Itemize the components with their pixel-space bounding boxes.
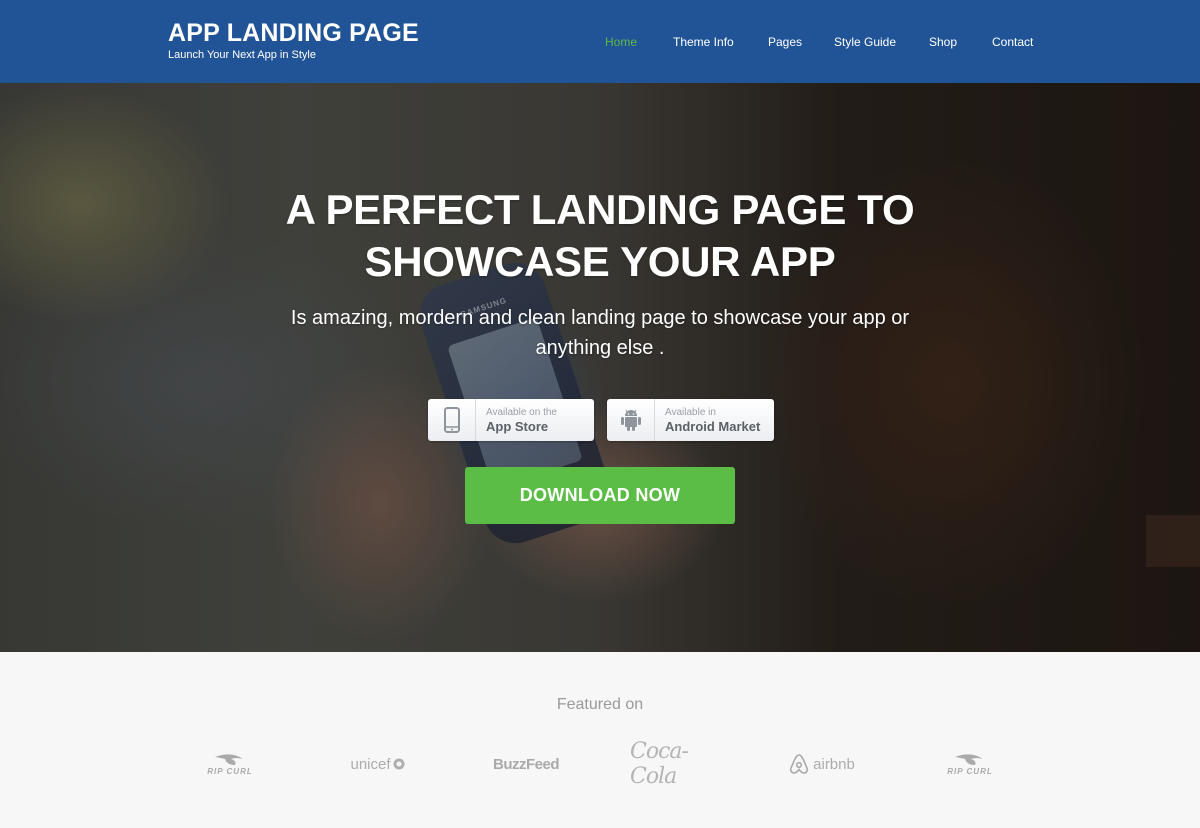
hero-section: SAMSUNG A PERFECT LANDING PAGE TO SHOWCA… [0,83,1200,652]
featured-title: Featured on [556,696,644,713]
logo-rip-curl-2: RIP CURL [935,748,1005,780]
android-icon [607,399,655,441]
unicef-globe-icon [393,758,405,770]
main-nav: Home Theme Info Pages Style Guide Shop C… [0,34,1200,50]
rip-curl-wave-icon [215,753,243,765]
logo-unicef: unicef [345,748,410,780]
airbnb-belo-icon [790,754,809,774]
hero-subtitle: Is amazing, mordern and clean landing pa… [290,307,910,359]
logo-rip-curl: RIP CURL [195,748,265,780]
download-now-button[interactable]: DOWNLOAD NOW [465,467,735,524]
smartphone-icon [428,399,476,441]
logo-airbnb: airbnb [780,748,864,780]
hero-title: A PERFECT LANDING PAGE TO SHOWCASE YOUR … [285,186,915,285]
nav-item-theme-info[interactable]: Theme Info [673,34,734,50]
android-market-big-text: Android Market [665,419,761,434]
nav-item-contact[interactable]: Contact [992,34,1033,50]
featured-section: Featured on RIP CURL unicef BuzzFeed Coc… [0,652,1200,828]
nav-item-style-guide[interactable]: Style Guide [834,34,896,50]
nav-item-shop[interactable]: Shop [929,34,957,50]
nav-item-pages[interactable]: Pages [768,34,802,50]
logo-coca-cola: Coca-Cola [630,739,689,789]
app-store-button[interactable]: Available on the App Store [428,399,594,441]
hero-overlay [0,83,1200,652]
rip-curl-wave-icon [955,753,983,765]
brand-tagline: Launch Your Next App in Style [168,49,316,61]
background-edge-shape [1146,515,1200,567]
app-store-small-text: Available on the [486,407,557,418]
android-market-small-text: Available in [665,407,716,418]
nav-item-home[interactable]: Home [605,34,637,50]
site-header: APP LANDING PAGE Launch Your Next App in… [0,0,1200,83]
logo-buzzfeed: BuzzFeed [492,755,560,773]
android-market-button[interactable]: Available in Android Market [607,399,774,441]
app-store-big-text: App Store [486,419,549,434]
